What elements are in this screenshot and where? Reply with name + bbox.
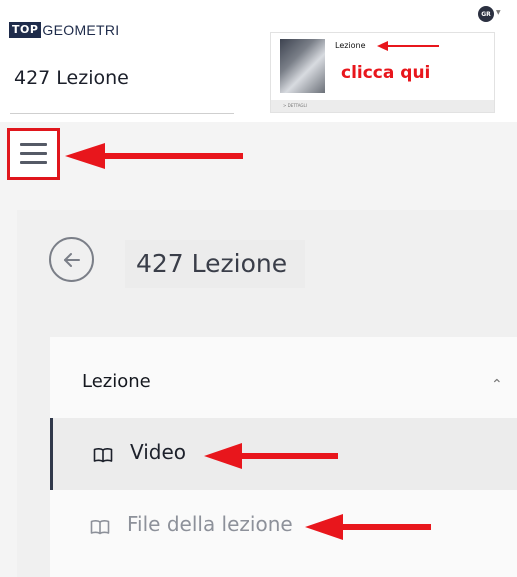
lesson-thumbnail[interactable] bbox=[280, 39, 325, 93]
logo-text: GEOMETRI bbox=[42, 22, 120, 38]
divider bbox=[10, 113, 234, 114]
menu-item-label[interactable]: Video bbox=[130, 440, 186, 464]
annotation-arrow-icon bbox=[204, 443, 338, 469]
section-header[interactable]: Lezione ⌃ bbox=[50, 337, 517, 417]
topgeometri-logo[interactable]: TOP GEOMETRI bbox=[9, 22, 120, 38]
menu-button[interactable] bbox=[7, 128, 60, 180]
chevron-down-icon[interactable]: ▼ bbox=[496, 9, 501, 16]
section-title[interactable]: Lezione bbox=[82, 371, 151, 392]
user-avatar[interactable]: GR bbox=[478, 6, 494, 22]
course-title: 427 Lezione bbox=[14, 67, 129, 89]
chevron-up-icon[interactable]: ⌃ bbox=[491, 377, 503, 393]
page-title-box: 427 Lezione bbox=[125, 240, 305, 288]
lesson-card-title[interactable]: Lezione bbox=[335, 41, 366, 50]
back-button[interactable] bbox=[49, 237, 94, 282]
annotation-arrow-icon bbox=[65, 143, 243, 169]
annotation-arrow-icon bbox=[377, 41, 439, 51]
logo-box: TOP bbox=[9, 22, 42, 38]
hamburger-menu-icon[interactable] bbox=[20, 143, 47, 170]
book-icon bbox=[93, 448, 113, 463]
top-panel: TOP GEOMETRI 427 Lezione GR ▼ Lezione > … bbox=[0, 0, 517, 122]
lesson-card-details-link[interactable]: > DETTAGLI bbox=[271, 100, 494, 112]
annotation-arrow-icon bbox=[305, 514, 431, 540]
book-icon bbox=[90, 520, 110, 535]
menu-item-lesson-files[interactable]: File della lezione bbox=[50, 490, 517, 562]
page-title: 427 Lezione bbox=[136, 249, 288, 278]
menu-item-label[interactable]: File della lezione bbox=[127, 512, 293, 536]
arrow-left-icon[interactable] bbox=[61, 249, 83, 271]
annotation-click-here: clicca qui bbox=[341, 63, 431, 83]
main-panel: 427 Lezione Lezione ⌃ Video File della l… bbox=[17, 210, 517, 577]
